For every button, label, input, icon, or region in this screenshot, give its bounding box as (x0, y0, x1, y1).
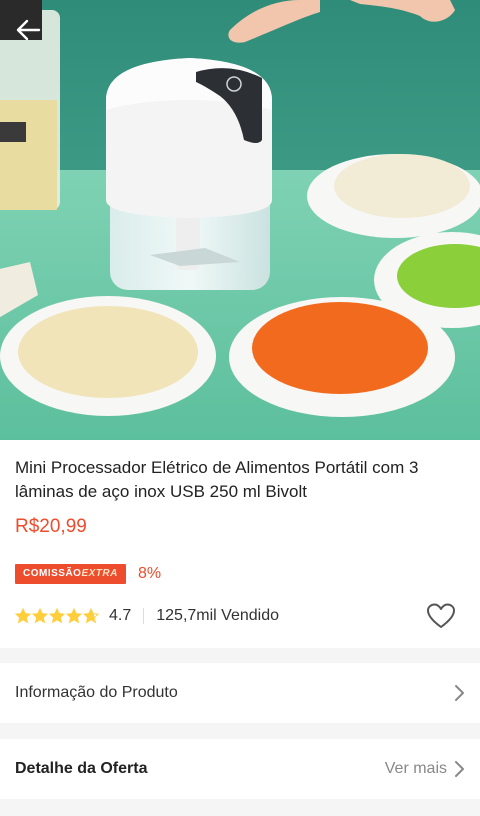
commission-percent: 8% (138, 565, 162, 582)
offer-detail-row[interactable]: Detalhe da Oferta Ver mais (0, 739, 480, 799)
star-icon (32, 608, 48, 624)
commission-extra-badge: COMISSÃOEXTRA (15, 564, 126, 584)
commission-badge-suffix: EXTRA (81, 568, 118, 579)
product-image[interactable] (0, 0, 480, 440)
product-info-row[interactable]: Informação do Produto (0, 663, 480, 723)
star-icon (66, 608, 82, 624)
divider (143, 608, 145, 624)
heart-icon (427, 603, 455, 628)
rating-row: 4.7 125,7mil Vendido (15, 605, 279, 627)
chevron-right-icon (455, 761, 464, 777)
back-button[interactable] (8, 10, 48, 50)
offer-detail-label: Detalhe da Oferta (15, 760, 148, 777)
chevron-right-icon (455, 685, 464, 701)
commission-badge-prefix: COMISSÃO (23, 568, 82, 579)
star-icon (49, 608, 65, 624)
star-icon (83, 608, 99, 624)
see-more-link[interactable]: Ver mais (385, 760, 447, 778)
rating-value: 4.7 (109, 607, 132, 624)
star-icon (15, 608, 31, 624)
product-price: R$20,99 (15, 516, 87, 537)
favorite-button[interactable] (426, 602, 456, 630)
product-photo (0, 0, 480, 440)
back-arrow-icon (16, 19, 41, 41)
rating-stars (15, 608, 99, 624)
product-info-label: Informação do Produto (15, 684, 178, 701)
sold-count: 125,7mil Vendido (156, 607, 280, 624)
product-title: Mini Processador Elétrico de Alimentos P… (15, 458, 419, 501)
product-card: Mini Processador Elétrico de Alimentos P… (0, 440, 480, 648)
